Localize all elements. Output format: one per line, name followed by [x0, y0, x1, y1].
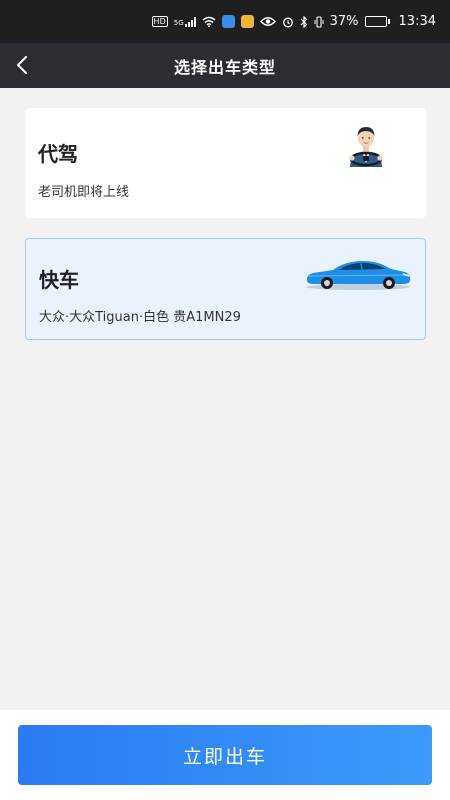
nav-bar: 选择出车类型 [0, 43, 450, 88]
clock: 13:34 [398, 14, 436, 29]
battery-percent: 37% [329, 14, 359, 29]
hd-icon: HD [151, 16, 168, 27]
app-notification-icon-2 [240, 15, 254, 28]
driver-icon [349, 127, 383, 167]
bluetooth-icon [300, 15, 307, 28]
bottom-action-bar: 立即出车 [0, 710, 450, 800]
page-title: 选择出车类型 [173, 57, 276, 77]
option-subtitle: 老司机即将上线 [38, 185, 130, 200]
signal-5g-icon: 5G [174, 16, 196, 27]
start-driving-button[interactable]: 立即出车 [18, 725, 432, 785]
option-card-daijia[interactable]: 代驾 老司机即将上线 [25, 108, 426, 218]
option-title: 代驾 [38, 142, 78, 166]
back-button[interactable] [10, 53, 34, 77]
wifi-icon [202, 16, 216, 27]
alarm-icon [282, 17, 293, 27]
status-icons: HD 5G 37% 13:34 [151, 14, 436, 29]
option-card-kuaiche[interactable]: 快车 大众·大众Tiguan·白色 贵A1MN29 [25, 238, 426, 340]
car-icon [306, 261, 411, 290]
option-title: 快车 [39, 268, 79, 292]
app-notification-icon [221, 15, 235, 28]
status-bar: HD 5G 37% 13:34 [0, 0, 450, 43]
chevron-left-icon [17, 56, 27, 74]
battery-icon [364, 16, 390, 27]
signal-bars-icon [184, 16, 196, 27]
option-subtitle: 大众·大众Tiguan·白色 贵A1MN29 [39, 310, 241, 325]
vibrate-icon [314, 15, 324, 28]
eye-icon [259, 17, 276, 26]
